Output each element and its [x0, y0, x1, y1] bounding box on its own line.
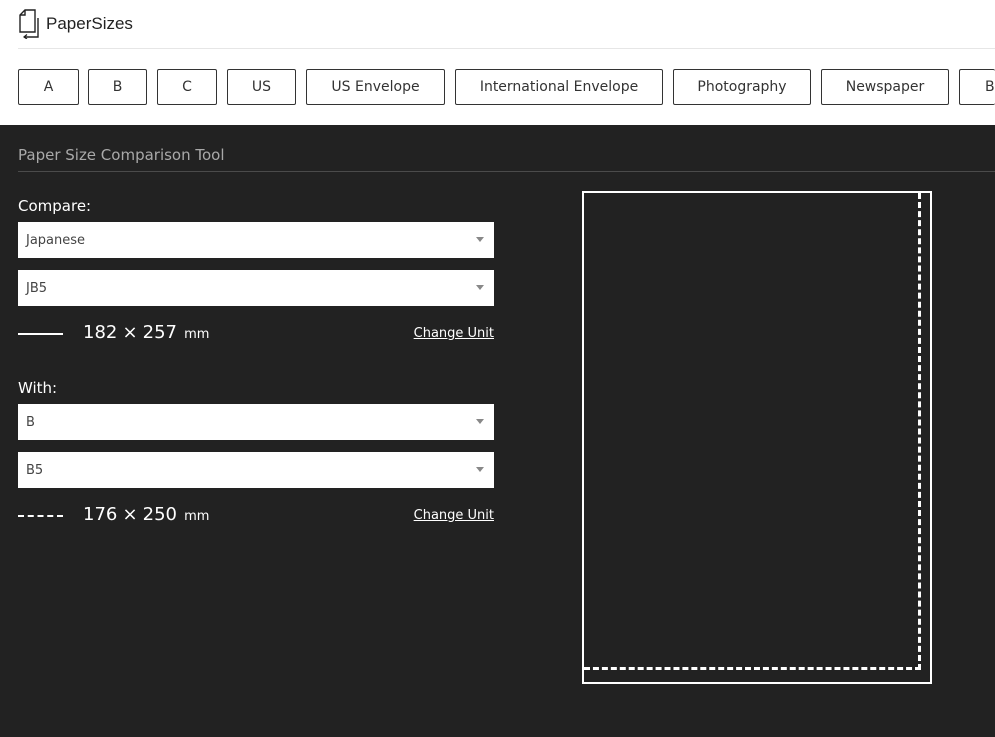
dashed-line-legend	[18, 515, 63, 517]
category-button-c[interactable]: C	[157, 69, 217, 105]
chevron-down-icon	[476, 237, 484, 242]
category-button-newspaper[interactable]: Newspaper	[821, 69, 949, 105]
page-icon	[19, 9, 39, 39]
category-button-partial[interactable]: Bo	[959, 69, 995, 105]
compare-size-select[interactable]: JB5	[18, 270, 494, 306]
compare-unit: mm	[184, 327, 210, 342]
compare-size-value: JB5	[26, 280, 48, 296]
with-series-select[interactable]: B	[18, 404, 494, 440]
site-name: PaperSizes	[46, 14, 133, 33]
category-button-a[interactable]: A	[18, 69, 79, 105]
compare-height: 257	[142, 322, 177, 343]
solid-line-legend	[18, 333, 63, 335]
tool-divider	[18, 171, 995, 172]
compare-width: 182	[83, 322, 118, 343]
with-change-unit-link[interactable]: Change Unit	[414, 508, 494, 523]
compare-change-unit-link[interactable]: Change Unit	[414, 326, 494, 341]
with-dimensions: 176 × 250 mm	[83, 504, 209, 525]
with-size-value: B5	[26, 462, 44, 478]
compare-series-value: Japanese	[26, 232, 86, 248]
top-bar: PaperSizes A B C US US Envelope Internat…	[0, 0, 995, 125]
comparison-tool: Paper Size Comparison Tool Compare: Japa…	[0, 125, 995, 737]
compare-label: Compare:	[18, 197, 92, 215]
category-button-b[interactable]: B	[88, 69, 147, 105]
with-width: 176	[83, 504, 118, 525]
chevron-down-icon	[476, 285, 484, 290]
category-button-international-envelope[interactable]: International Envelope	[455, 69, 663, 105]
dimension-separator: ×	[122, 504, 138, 525]
with-size-select[interactable]: B5	[18, 452, 494, 488]
with-paper-outline	[584, 193, 921, 670]
category-button-us[interactable]: US	[227, 69, 296, 105]
category-button-us-envelope[interactable]: US Envelope	[306, 69, 445, 105]
site-logo[interactable]: PaperSizes	[18, 8, 133, 40]
compare-series-select[interactable]: Japanese	[18, 222, 494, 258]
chevron-down-icon	[476, 419, 484, 424]
with-series-value: B	[26, 414, 35, 430]
chevron-down-icon	[476, 467, 484, 472]
with-height: 250	[142, 504, 177, 525]
dimension-separator: ×	[122, 322, 138, 343]
with-label: With:	[18, 379, 58, 397]
header-divider	[18, 48, 995, 49]
compare-dimensions: 182 × 257 mm	[83, 322, 209, 343]
with-unit: mm	[184, 509, 210, 524]
category-button-photography[interactable]: Photography	[673, 69, 811, 105]
tool-title: Paper Size Comparison Tool	[18, 146, 225, 164]
